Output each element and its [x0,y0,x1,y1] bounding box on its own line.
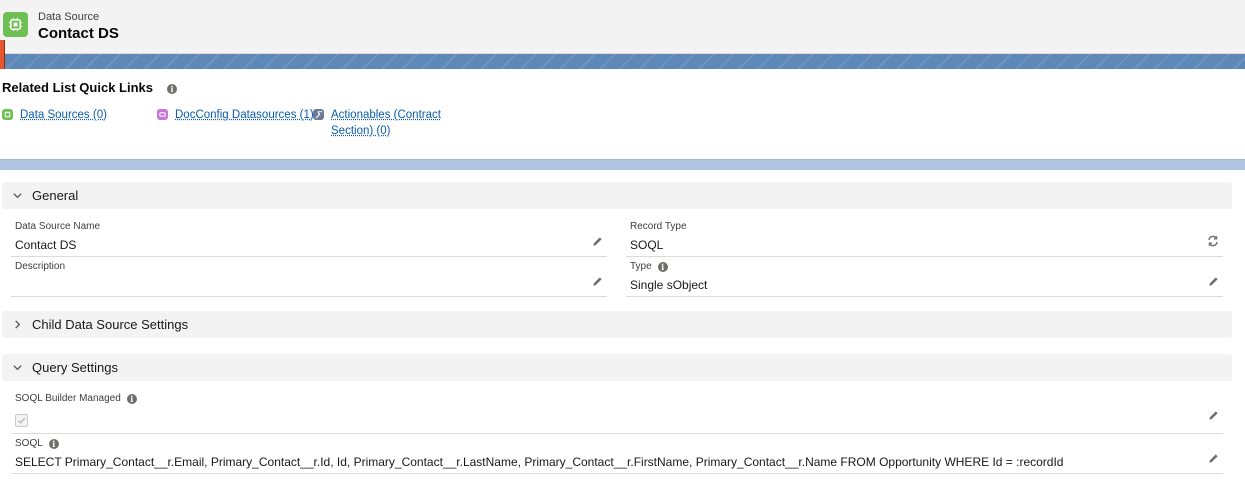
quick-link-label[interactable]: Actionables (Contract Section) (0) [331,107,441,139]
field-soql: SOQL i SELECT Primary_Contact__r.Email, P… [11,438,1223,474]
field-value: SELECT Primary_Contact__r.Email, Primary… [15,455,1064,469]
doc-config-icon [157,109,168,120]
record-object-type: Data Source [38,11,100,23]
info-icon[interactable]: i [657,261,668,272]
field-label: Data Source Name [15,221,101,232]
field-data-source-name: Data Source Name Contact DS [11,221,607,257]
pencil-icon[interactable] [591,235,603,247]
related-list-title: Related List Quick Links [2,80,153,95]
info-icon[interactable]: i [48,438,59,449]
builder-managed-checkbox [15,414,28,427]
pencil-icon[interactable] [591,275,603,287]
field-label: Description [15,261,66,272]
field-soql-builder-managed: SOQL Builder Managed i [11,393,1223,434]
datasource-icon [3,12,28,37]
section-general-header[interactable]: General [2,182,1232,209]
field-label: Type i [630,261,668,272]
quick-link-docconfig-datasources[interactable]: DocConfig Datasources (1) [157,107,314,123]
pencil-icon[interactable] [1207,275,1219,287]
field-label: SOQL Builder Managed i [15,393,137,404]
info-icon[interactable]: i [126,393,137,404]
section-child-settings-header[interactable]: Child Data Source Settings [2,311,1232,338]
record-header: Data Source Contact DS [0,0,1245,54]
quick-link-data-sources[interactable]: Data Sources (0) [2,107,107,123]
quick-link-actionables[interactable]: Actionables (Contract Section) (0) [313,107,441,139]
pencil-icon[interactable] [1207,452,1219,464]
banner-accent-mark [0,40,5,69]
pencil-icon[interactable] [1207,409,1219,421]
section-divider-strip [0,159,1245,170]
decorative-banner [0,54,1245,69]
record-title: Contact DS [38,25,119,42]
field-value: SOQL [630,238,664,252]
field-value: Single sObject [630,278,708,292]
field-label: Record Type [630,221,687,232]
wrench-icon [313,109,324,120]
field-value: Contact DS [15,238,77,252]
quick-link-label[interactable]: DocConfig Datasources (1) [175,107,314,123]
related-list-quick-links: Related List Quick Links i Data Sources … [0,69,1245,160]
quick-link-label[interactable]: Data Sources (0) [20,107,107,123]
chevron-down-icon [10,361,24,375]
section-title: Query Settings [32,360,118,375]
section-title: General [32,188,79,203]
chevron-right-icon [10,318,24,332]
datasource-icon [2,109,13,120]
chevron-down-icon [10,189,24,203]
section-title: Child Data Source Settings [32,317,189,332]
info-icon[interactable]: i [167,84,177,94]
field-record-type: Record Type SOQL [626,221,1223,257]
change-record-type-icon[interactable] [1207,235,1219,247]
field-description: Description [11,261,607,297]
section-query-settings-header[interactable]: Query Settings [2,354,1232,381]
field-type: Type i Single sObject [626,261,1223,297]
field-label: SOQL i [15,438,59,449]
